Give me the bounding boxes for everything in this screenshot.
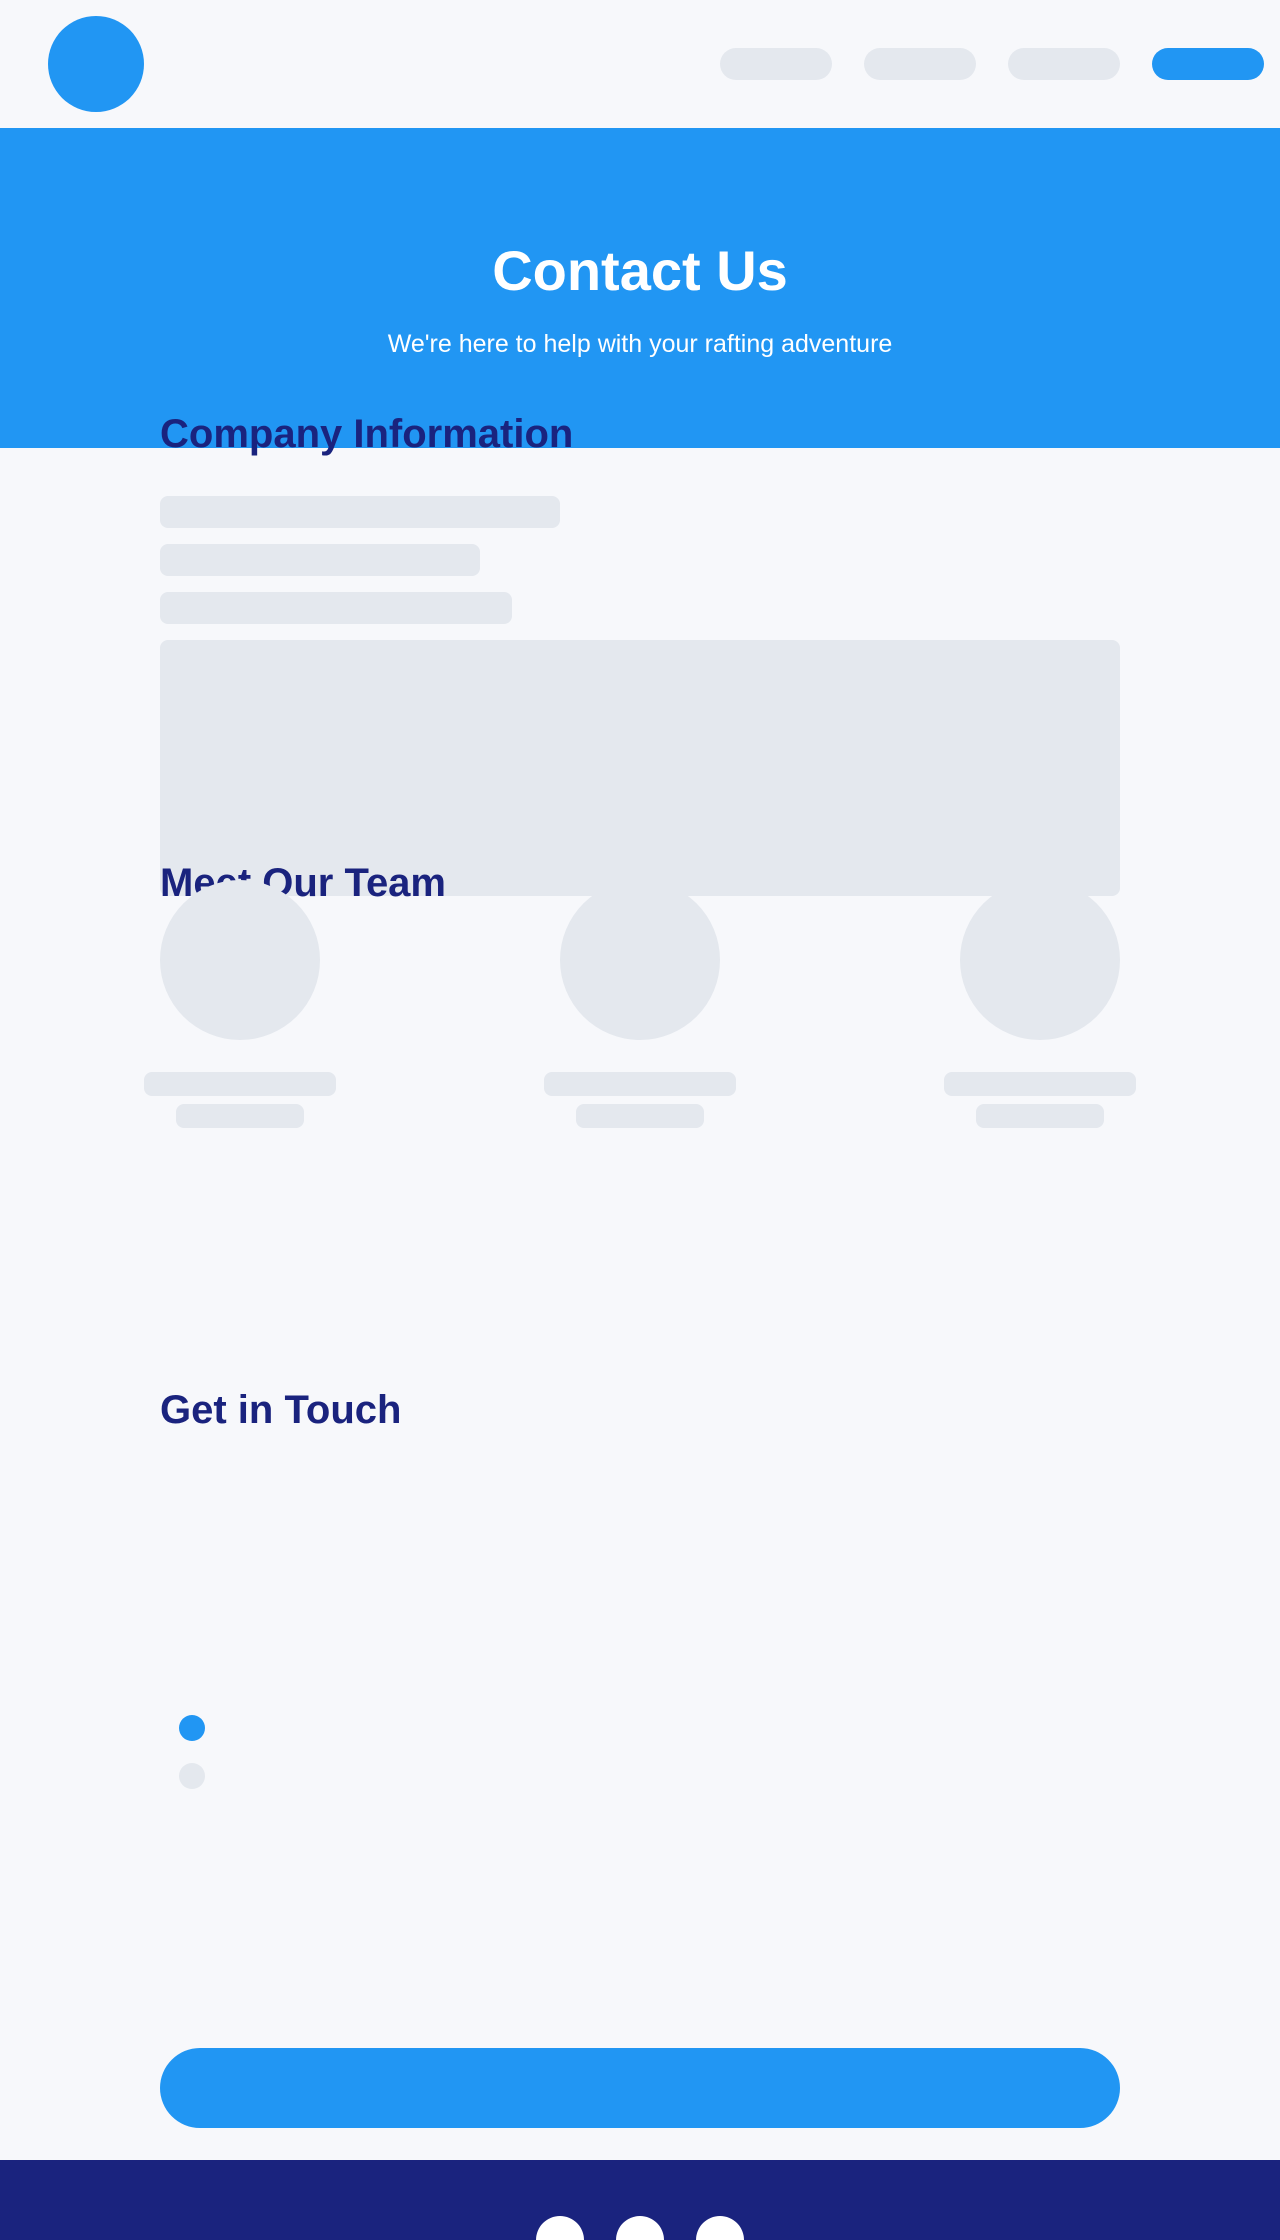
nav-cta-button[interactable] xyxy=(1152,48,1264,80)
team-member-avatar xyxy=(160,880,320,1040)
team-member-name-placeholder xyxy=(144,1072,336,1096)
team-member-role-placeholder xyxy=(976,1104,1104,1128)
nav-item-1[interactable] xyxy=(720,48,832,80)
company-email-placeholder xyxy=(160,592,512,624)
logo[interactable] xyxy=(48,16,144,112)
hero-title: Contact Us xyxy=(492,239,788,302)
hero-subtitle: We're here to help with your rafting adv… xyxy=(387,330,893,358)
map-placeholder[interactable] xyxy=(160,640,1120,896)
team-member-role-placeholder xyxy=(576,1104,704,1128)
submit-button[interactable] xyxy=(160,2048,1120,2128)
team-member-name-placeholder xyxy=(944,1072,1136,1096)
team-member-avatar xyxy=(960,880,1120,1040)
company-info-title: Company Information xyxy=(160,412,574,456)
nav-item-3[interactable] xyxy=(1008,48,1120,80)
page: Contact Us We're here to help with your … xyxy=(0,0,1280,2240)
team-member-name-placeholder xyxy=(544,1072,736,1096)
company-address-placeholder xyxy=(160,496,560,528)
get-in-touch-title: Get in Touch xyxy=(160,1388,402,1432)
nav-item-2[interactable] xyxy=(864,48,976,80)
contact-option-radio[interactable] xyxy=(179,1763,205,1789)
team-member-role-placeholder xyxy=(176,1104,304,1128)
team-member-avatar xyxy=(560,880,720,1040)
contact-option-radio-selected[interactable] xyxy=(179,1715,205,1741)
company-phone-placeholder xyxy=(160,544,480,576)
